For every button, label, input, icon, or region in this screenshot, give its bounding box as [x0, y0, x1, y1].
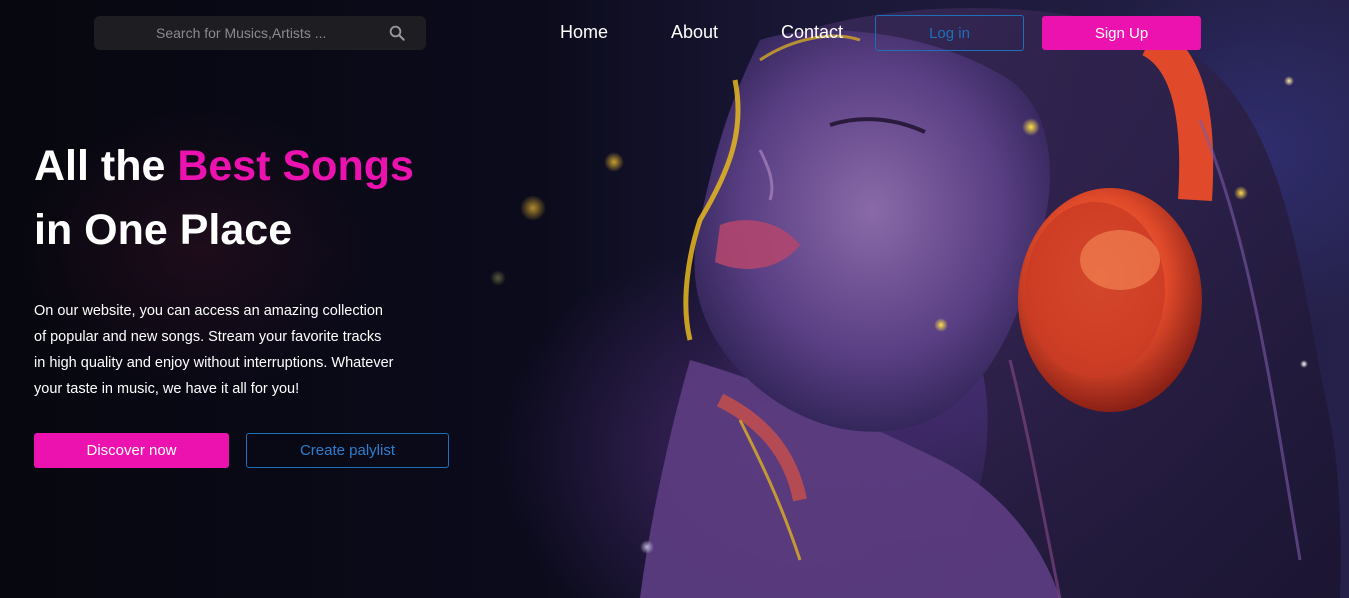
sparkle	[1300, 360, 1308, 368]
sparkle	[1234, 186, 1248, 200]
nav-home-link[interactable]: Home	[560, 21, 608, 43]
search-input[interactable]	[156, 25, 416, 41]
headline-accent: Best Songs	[177, 142, 414, 190]
sparkle	[604, 152, 624, 172]
create-playlist-button[interactable]: Create palylist	[246, 433, 449, 468]
description-line: of popular and new songs. Stream your fa…	[34, 329, 382, 345]
sparkle	[934, 318, 948, 332]
nav-contact-link[interactable]: Contact	[781, 21, 843, 43]
hero-description: On our website, you can access an amazin…	[34, 298, 414, 402]
sparkle	[1284, 76, 1294, 86]
hero-headline: All the Best Songs in One Place	[34, 134, 414, 262]
headline-plain: All the	[34, 142, 178, 190]
description-line: On our website, you can access an amazin…	[34, 303, 383, 319]
signup-button[interactable]: Sign Up	[1042, 16, 1201, 50]
search-icon[interactable]	[388, 24, 406, 42]
headline-line2: in One Place	[34, 206, 293, 254]
sparkle	[640, 540, 654, 554]
description-line: your taste in music, we have it all for …	[34, 381, 300, 397]
sparkle	[490, 270, 506, 286]
discover-now-button[interactable]: Discover now	[34, 433, 229, 468]
login-button[interactable]: Log in	[875, 15, 1024, 51]
description-line: in high quality and enjoy without interr…	[34, 355, 394, 371]
nav-about-link[interactable]: About	[671, 21, 718, 43]
sparkle	[1022, 118, 1040, 136]
search-bar[interactable]	[94, 16, 426, 50]
sparkle	[520, 195, 546, 221]
